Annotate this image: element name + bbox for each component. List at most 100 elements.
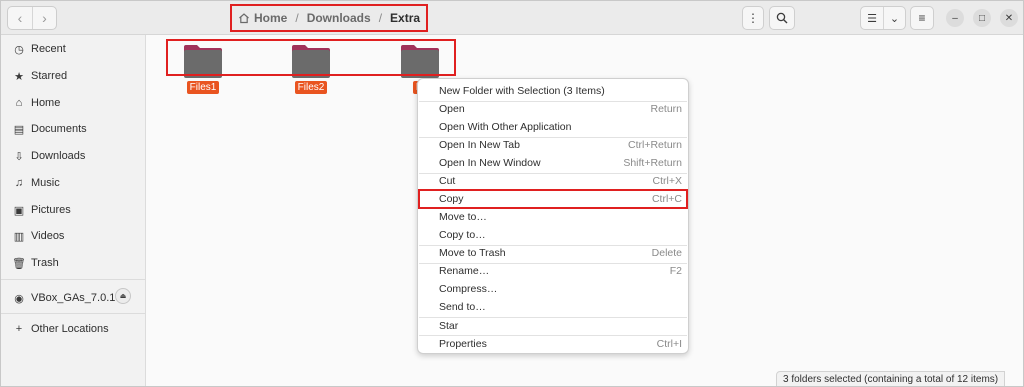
search-icon: [776, 12, 788, 24]
maximize-button[interactable]: □: [973, 9, 991, 27]
sidebar-item-label: Recent: [31, 43, 66, 55]
chevron-left-icon: ‹: [17, 10, 23, 26]
menu-item-label: Copy to…: [439, 229, 486, 241]
menu-item-label: Open: [439, 103, 465, 115]
sidebar-item-documents[interactable]: ▤ Documents: [1, 117, 146, 141]
menu-item-label: Open With Other Application: [439, 121, 572, 133]
forward-button[interactable]: ›: [32, 7, 56, 29]
menu-item-label: Move to Trash: [439, 247, 506, 259]
close-icon: ✕: [1004, 12, 1014, 24]
maximize-icon: □: [978, 12, 986, 24]
selection-annotation: [166, 39, 456, 76]
video-icon: ▥: [13, 230, 25, 243]
menu-item-label: Send to…: [439, 301, 486, 313]
list-view-icon: ☰: [867, 12, 877, 25]
status-bar: 3 folders selected (containing a total o…: [776, 371, 1006, 386]
view-options-button[interactable]: ⌄: [883, 7, 905, 29]
breadcrumb-separator: /: [378, 11, 383, 25]
menu-item-rename[interactable]: Rename… F2: [418, 262, 688, 280]
sidebar-item-label: Home: [31, 97, 61, 109]
home-icon: [239, 13, 249, 24]
menu-item-compress[interactable]: Compress…: [418, 280, 688, 298]
menu-item-copy[interactable]: Copy Ctrl+C: [418, 189, 688, 209]
view-toggle-group: ☰ ⌄: [860, 6, 906, 30]
context-menu: New Folder with Selection (3 Items) Open…: [417, 78, 689, 354]
sidebar-item-music[interactable]: ♫ Music: [1, 171, 146, 195]
menu-item-label: Star: [439, 320, 459, 332]
minimize-icon: –: [952, 12, 958, 24]
menu-item-open-in-new-tab[interactable]: Open In New Tab Ctrl+Return: [418, 136, 688, 154]
breadcrumb-home-label: Home: [254, 11, 288, 25]
menu-item-star[interactable]: Star: [418, 317, 688, 335]
sidebar-item-label: Other Locations: [31, 323, 109, 335]
menu-item-shortcut: Ctrl+X: [652, 175, 682, 187]
menu-item-shortcut: Ctrl+C: [651, 193, 682, 205]
menu-item-move-to-trash[interactable]: Move to Trash Delete: [418, 244, 688, 262]
menu-item-label: Properties: [439, 338, 487, 350]
search-button[interactable]: [769, 6, 795, 30]
sidebar-item-label: Downloads: [31, 150, 86, 162]
eject-button[interactable]: ⏏: [115, 288, 131, 304]
sidebar-item-recent[interactable]: ◷ Recent: [1, 37, 146, 61]
sidebar-item-label: Videos: [31, 230, 65, 242]
menu-item-label: Cut: [439, 175, 456, 187]
sidebar-item-label: VBox_GAs_7.0.10: [31, 292, 122, 304]
breadcrumb-extra[interactable]: Extra: [390, 11, 420, 25]
menu-item-label: Compress…: [439, 283, 498, 295]
sidebar-item-label: Pictures: [31, 204, 71, 216]
trash-icon: 🗑: [12, 257, 26, 270]
disc-icon: ◉: [14, 292, 24, 305]
menu-item-shortcut: Ctrl+I: [656, 338, 682, 350]
menu-item-label: New Folder with Selection (3 Items): [439, 85, 605, 97]
menu-item-open-with-other-application[interactable]: Open With Other Application: [418, 118, 688, 136]
back-button[interactable]: ‹: [8, 7, 32, 29]
minimize-button[interactable]: –: [946, 9, 964, 27]
breadcrumb-downloads[interactable]: Downloads: [307, 11, 371, 25]
sidebar-item-trash[interactable]: 🗑 Trash: [1, 251, 146, 275]
navigation-buttons: ‹ ›: [7, 6, 57, 30]
sidebar-item-label: Documents: [31, 123, 87, 135]
menu-item-open[interactable]: Open Return: [418, 100, 688, 118]
menu-item-label: Rename…: [439, 265, 490, 277]
sidebar-item-videos[interactable]: ▥ Videos: [1, 224, 146, 248]
folder-label: Files1: [186, 81, 220, 94]
sidebar-divider: [1, 313, 146, 314]
home-icon: ⌂: [15, 97, 23, 109]
breadcrumb-home[interactable]: Home: [238, 11, 287, 25]
music-icon: ♫: [14, 177, 24, 189]
hamburger-menu-icon: ≡: [918, 11, 926, 25]
list-view-button[interactable]: ☰: [861, 7, 883, 29]
close-button[interactable]: ✕: [1000, 9, 1018, 27]
menu-item-shortcut: Shift+Return: [623, 157, 682, 169]
sidebar-divider: [1, 279, 146, 280]
download-icon: ⇩: [14, 150, 24, 163]
star-icon: ★: [14, 70, 24, 83]
sidebar-item-other-locations[interactable]: + Other Locations: [1, 317, 146, 341]
menu-item-cut[interactable]: Cut Ctrl+X: [418, 172, 688, 190]
picture-icon: ▣: [13, 204, 25, 217]
menu-item-label: Open In New Tab: [439, 139, 520, 151]
sidebar: ◷ Recent ★ Starred ⌂ Home ▤ Documents ⇩ Downl…: [1, 35, 146, 386]
sidebar-item-home[interactable]: ⌂ Home: [1, 91, 146, 115]
clock-icon: ◷: [14, 43, 24, 56]
menu-item-copy-to[interactable]: Copy to…: [418, 226, 688, 244]
menu-item-open-in-new-window[interactable]: Open In New Window Shift+Return: [418, 154, 688, 172]
menu-item-new-folder-with-selection[interactable]: New Folder with Selection (3 Items): [418, 82, 688, 100]
sidebar-item-starred[interactable]: ★ Starred: [1, 64, 146, 88]
menu-item-move-to[interactable]: Move to…: [418, 208, 688, 226]
sidebar-item-pictures[interactable]: ▣ Pictures: [1, 198, 146, 222]
menu-item-shortcut: Delete: [651, 247, 682, 259]
sidebar-item-label: Music: [31, 177, 60, 189]
document-icon: ▤: [13, 123, 25, 136]
path-menu-button[interactable]: ⋮: [742, 6, 764, 30]
menu-item-label: Copy: [439, 193, 464, 205]
main-menu-button[interactable]: ≡: [910, 6, 934, 30]
menu-item-label: Move to…: [439, 211, 487, 223]
sidebar-item-downloads[interactable]: ⇩ Downloads: [1, 144, 146, 168]
menu-item-shortcut: Return: [650, 103, 682, 115]
menu-item-shortcut: F2: [669, 265, 682, 277]
path-bar: Home / Downloads / Extra: [230, 4, 429, 32]
menu-item-properties[interactable]: Properties Ctrl+I: [418, 335, 688, 353]
menu-item-send-to[interactable]: Send to…: [418, 298, 688, 316]
kebab-menu-icon: ⋮: [747, 11, 759, 25]
